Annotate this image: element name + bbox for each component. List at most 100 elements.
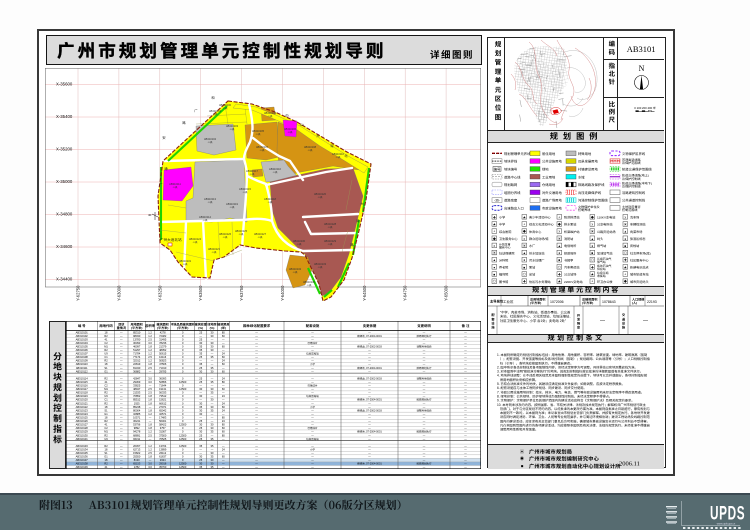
svg-text:铁路线路及保护线: 铁路线路及保护线 — [578, 183, 605, 187]
svg-text:(平方米): (平方米) — [530, 301, 541, 305]
svg-text:安: 安 — [162, 136, 166, 140]
svg-text:—: — — [255, 392, 258, 395]
svg-text:13704: 13704 — [159, 444, 167, 448]
svg-text:36241: 36241 — [133, 419, 141, 423]
svg-text:—: — — [149, 420, 152, 423]
svg-text:地块编号: 地块编号 — [504, 167, 518, 171]
svg-text:—: — — [222, 342, 225, 345]
svg-text:37500: 37500 — [159, 433, 167, 437]
svg-text:S1: S1 — [104, 451, 108, 455]
svg-text:26112: 26112 — [159, 451, 167, 455]
svg-text:15822: 15822 — [133, 451, 141, 455]
svg-text:—: — — [255, 331, 258, 334]
svg-text:—: — — [120, 395, 123, 398]
svg-text:●: ● — [558, 251, 560, 255]
svg-text:+: + — [523, 222, 525, 226]
svg-text:—: — — [120, 353, 123, 356]
svg-text:—: — — [199, 452, 202, 455]
svg-text:●: ● — [624, 237, 626, 241]
svg-text:—: — — [255, 456, 258, 459]
svg-text:(%): (%) — [198, 326, 203, 330]
svg-text:—: — — [120, 417, 123, 420]
svg-text:■: ■ — [521, 463, 524, 468]
svg-text:AB310105: AB310105 — [76, 344, 89, 348]
svg-text:■: ■ — [591, 251, 593, 255]
svg-text:2.5: 2.5 — [148, 391, 152, 395]
svg-text:—: — — [222, 367, 225, 370]
svg-text:AB310125: AB310125 — [76, 416, 89, 420]
svg-text:二类: 二类 — [297, 243, 302, 246]
svg-text:轨道交通保护范围线: 轨道交通保护范围线 — [622, 167, 652, 171]
svg-text:40: 40 — [148, 213, 152, 217]
svg-text:广州市城市规划自动化中心规划设计所: 广州市城市规划自动化中心规划设计所 — [529, 463, 621, 469]
svg-text:76525: 76525 — [159, 437, 167, 441]
svg-text:▲: ▲ — [624, 230, 627, 234]
svg-text:二类: 二类 — [213, 113, 218, 116]
svg-text:交通设施: 交通设施 — [621, 313, 625, 330]
svg-text:65153: 65153 — [133, 462, 141, 466]
svg-text:46097: 46097 — [133, 344, 141, 348]
svg-text:C1: C1 — [104, 355, 108, 359]
svg-text:小学: 小学 — [310, 405, 316, 409]
svg-text:▣: ▣ — [591, 230, 594, 234]
svg-text:—: — — [255, 406, 258, 409]
svg-text:48052: 48052 — [159, 348, 167, 352]
svg-text:▣: ▣ — [624, 222, 627, 226]
svg-text:二类: 二类 — [183, 263, 188, 266]
svg-text:R2: R2 — [104, 401, 108, 405]
svg-text:C2: C2 — [104, 384, 108, 388]
svg-text:1078643: 1078643 — [602, 299, 616, 303]
svg-text:二类: 二类 — [336, 156, 341, 159]
svg-text:—: — — [120, 392, 123, 395]
svg-text:32012: 32012 — [133, 359, 141, 363]
svg-text:—: — — [120, 345, 123, 348]
svg-text:编号: 编号 — [494, 167, 501, 171]
svg-text:◉: ◉ — [520, 456, 524, 461]
svg-text:远景发展用地: 远景发展用地 — [578, 159, 598, 163]
svg-text:R2: R2 — [104, 419, 108, 423]
svg-text:供水加压站: 供水加压站 — [529, 251, 544, 255]
svg-text:62713: 62713 — [133, 447, 141, 451]
svg-text:Y-63000: Y-63000 — [116, 285, 121, 301]
svg-text:1.2: 1.2 — [148, 412, 152, 416]
svg-text:—: — — [120, 385, 123, 388]
svg-text:71784: 71784 — [133, 352, 141, 356]
svg-text:群众运动场/馆: 群众运动场/馆 — [529, 237, 548, 241]
svg-text:地块界线: 地块界线 — [504, 159, 518, 163]
svg-text:12500: 12500 — [179, 444, 187, 448]
svg-text:及保护控制线: 及保护控制线 — [622, 176, 641, 180]
svg-text:二类: 二类 — [307, 284, 312, 287]
svg-text:50615: 50615 — [159, 352, 167, 356]
svg-text:—: — — [255, 413, 258, 416]
svg-text:—: — — [211, 377, 214, 380]
svg-text:污水处理厂: 污水处理厂 — [529, 258, 544, 262]
svg-text:■: ■ — [558, 258, 560, 262]
svg-text:—: — — [255, 395, 258, 398]
svg-text:1925: 1925 — [134, 401, 140, 405]
svg-text:77174: 77174 — [133, 355, 141, 359]
svg-text:穗规地, 07-2004-0001: 穗规地, 07-2004-0001 — [357, 366, 382, 370]
svg-text:—: — — [120, 456, 123, 459]
svg-text:AB310126: AB310126 — [76, 419, 89, 423]
svg-text:68891: 68891 — [133, 433, 141, 437]
svg-text:32885: 32885 — [133, 412, 141, 416]
svg-text:已建成片: 已建成片 — [307, 341, 318, 345]
svg-text:56461: 56461 — [159, 419, 167, 423]
svg-text:二类: 二类 — [328, 243, 333, 246]
svg-text:书报亭: 书报亭 — [564, 258, 573, 262]
svg-text:12500: 12500 — [179, 380, 187, 384]
svg-text:N: N — [639, 64, 645, 73]
svg-text:广州市城市规划局: 广州市城市规划局 — [529, 449, 572, 456]
svg-text:—: — — [255, 431, 258, 434]
svg-text:二类: 二类 — [243, 191, 248, 194]
svg-text:AB310108: AB310108 — [76, 355, 89, 359]
svg-text:绿地: 绿地 — [542, 167, 549, 171]
svg-text:29785: 29785 — [159, 369, 167, 373]
svg-text:(米): (米) — [221, 326, 226, 330]
svg-text:29369: 29369 — [133, 380, 141, 384]
svg-text:3.0: 3.0 — [148, 462, 152, 466]
svg-text:社区卫生服务中心、小学 各1处；变电站 2处”: 社区卫生服务中心、小学 各1处；变电站 2处” — [500, 318, 566, 322]
svg-text:AB310106: AB310106 — [76, 348, 89, 352]
svg-text:—: — — [120, 413, 123, 416]
svg-text:■: ■ — [523, 265, 525, 269]
